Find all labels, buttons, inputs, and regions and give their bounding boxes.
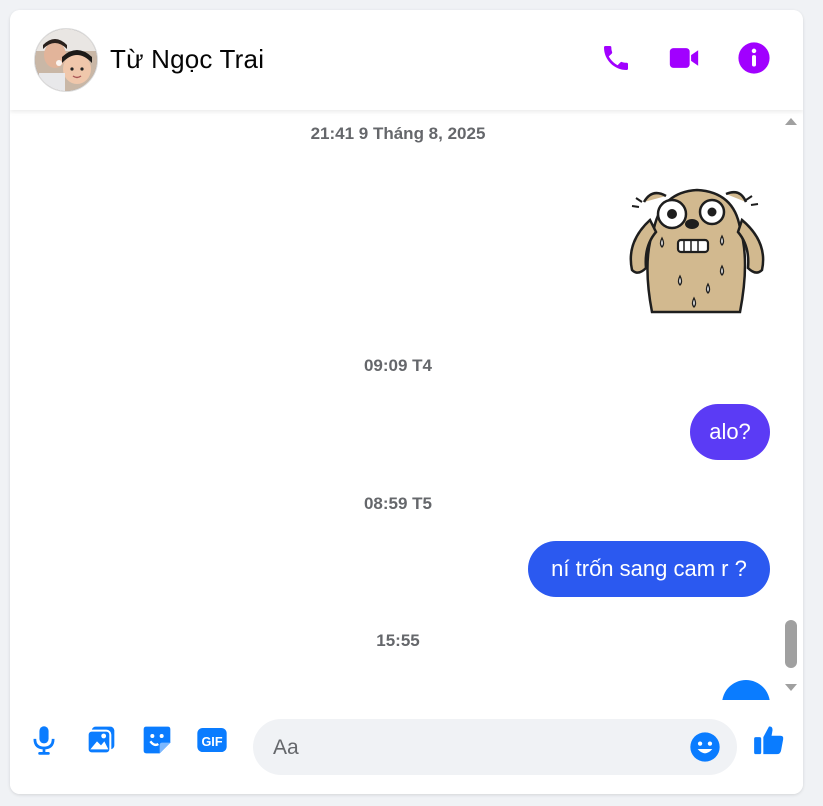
scrollbar-thumb[interactable] [785,620,797,668]
voice-clip-button[interactable] [26,722,62,758]
gif-icon: GIF [197,728,227,752]
phone-icon [604,46,628,70]
emoji-button[interactable] [687,729,723,765]
gif-label: GIF [201,735,222,749]
info-icon [738,42,770,74]
timestamp: 09:09 T4 [363,356,433,375]
image-icon [86,726,115,755]
video-call-button[interactable] [666,40,702,76]
chat-header: Từ Ngọc Trai [10,10,803,110]
message-scrollbar[interactable] [781,110,803,700]
message-bubble[interactable]: ní trốn sang cam r ? [528,541,770,597]
sticker-message[interactable] [622,180,772,315]
message-list[interactable]: 21:41 9 Tháng 8, 2025 09:09 T4 alo? 08:5… [10,110,803,700]
avatar-photo [35,29,97,91]
thumbs-up-icon [754,726,784,755]
message-bubble[interactable]: alo? [690,404,770,460]
contact-name[interactable]: Từ Ngọc Trai [110,44,264,75]
scroll-up-arrow-icon[interactable] [785,118,797,125]
phone-call-button[interactable] [598,40,634,76]
video-camera-icon [669,48,699,68]
conversation-info-button[interactable] [736,40,772,76]
choose-gif-button[interactable]: GIF [194,722,230,758]
message-composer: GIF [10,700,803,794]
emoji-icon [690,732,720,762]
sweating-bear-sticker [629,188,765,314]
send-like-button[interactable] [751,722,787,758]
message-input[interactable] [271,719,675,777]
timestamp: 08:59 T5 [363,494,433,513]
message-bubble-partial[interactable] [722,680,770,700]
chat-window: Từ Ngọc Trai 21:41 9 Tháng 8, 2025 09:09… [10,10,803,794]
attach-image-button[interactable] [83,722,119,758]
scroll-down-arrow-icon[interactable] [785,684,797,691]
message-input-wrapper [253,719,737,777]
avatar[interactable] [34,28,98,92]
timestamp: 21:41 9 Tháng 8, 2025 [310,124,486,143]
choose-sticker-button[interactable] [139,722,175,758]
microphone-icon [33,726,55,755]
sticker-icon [143,726,171,754]
timestamp: 15:55 [376,631,420,650]
